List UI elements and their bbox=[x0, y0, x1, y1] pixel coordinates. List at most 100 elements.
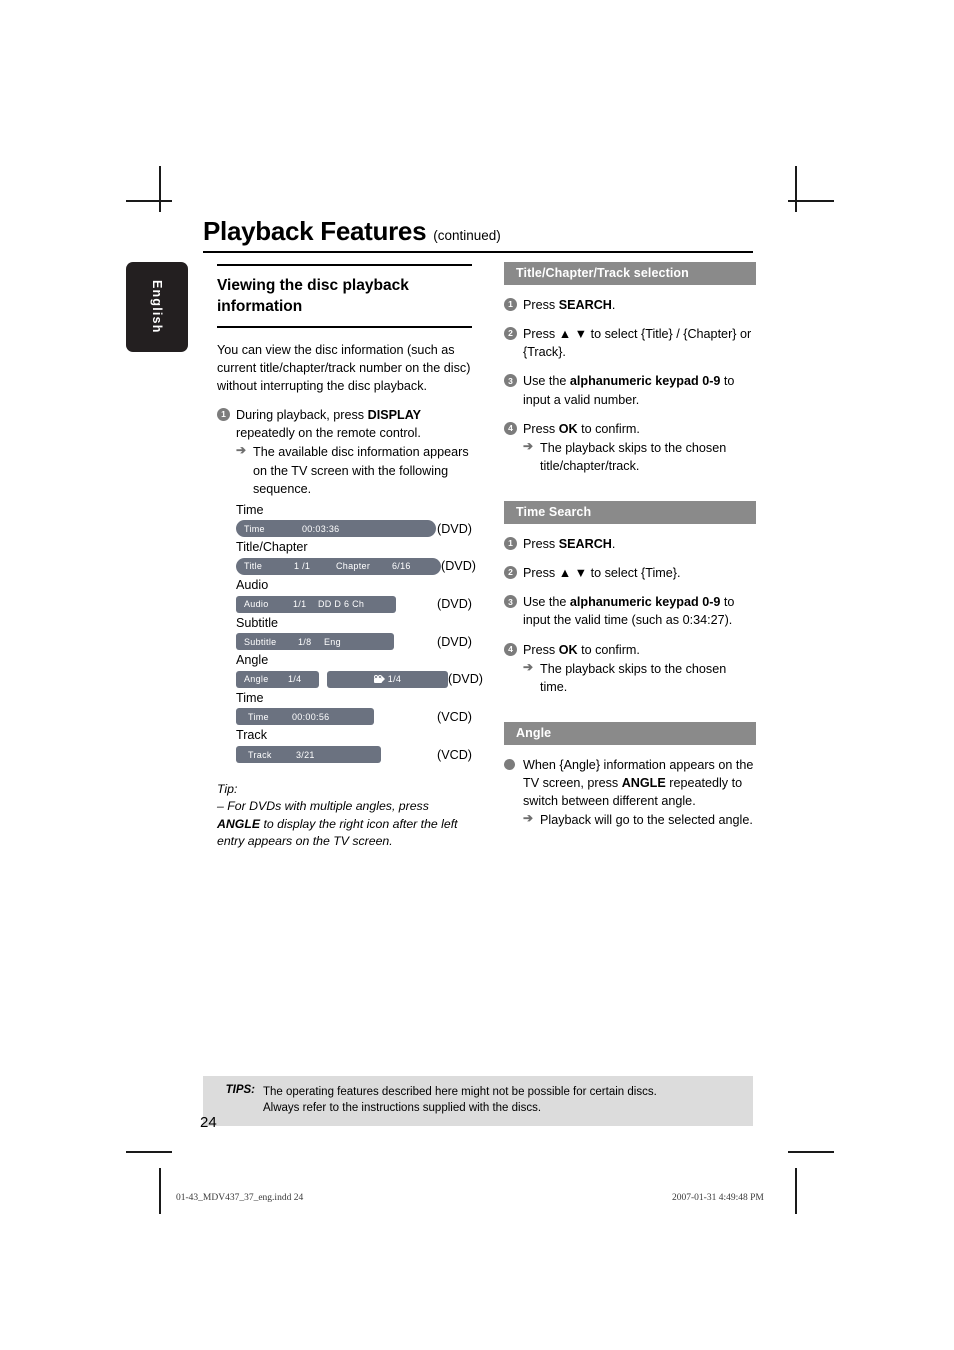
osd-row: Title 1 /1 Chapter 6/16 (DVD) bbox=[236, 557, 476, 575]
osd-status-bar: Time 00:03:36 bbox=[236, 520, 436, 538]
osd-label: Track bbox=[236, 728, 268, 743]
osd-row: Subtitle 1/8 Eng (DVD) bbox=[236, 633, 472, 651]
osd-disc-type: (VCD) bbox=[437, 709, 472, 724]
osd-field: Audio bbox=[244, 599, 269, 610]
right-section: Angle When {Angle} information appears on… bbox=[504, 721, 756, 830]
step-text: Press ▲ ▼ to select {Title} / {Chapter} … bbox=[523, 327, 752, 360]
osd-label: Audio bbox=[236, 577, 269, 592]
section-heading: Viewing the disc playback information bbox=[217, 277, 409, 316]
tips-footer-box: TIPS: The operating features described h… bbox=[203, 1076, 753, 1126]
printer-footer-left: 01-43_MDV437_37_eng.indd 24 bbox=[176, 1193, 304, 1203]
osd-field: Track bbox=[248, 749, 272, 760]
step-number-badge: 2 bbox=[504, 566, 517, 580]
step-bold-term: OK bbox=[558, 421, 578, 436]
step-number-badge: 4 bbox=[504, 642, 517, 656]
osd-status-bar: Title 1 /1 Chapter 6/16 bbox=[236, 557, 441, 575]
page-title-continued: (continued) bbox=[433, 228, 501, 243]
step-item: 4 Press OK to confirm. ➔ The playback skips… bbox=[504, 420, 756, 475]
arrow-icon: ➔ bbox=[523, 438, 534, 453]
osd-disc-type: (DVD) bbox=[437, 597, 472, 612]
step-item: 1 Press SEARCH. bbox=[504, 535, 756, 553]
tip-text: – For DVDs with multiple angles, press A… bbox=[217, 798, 472, 850]
step-bold-term: SEARCH bbox=[558, 298, 612, 312]
osd-field: 1/1 bbox=[293, 599, 307, 610]
step-sub-text: The playback skips to the chosen title/c… bbox=[540, 440, 727, 473]
crop-mark-top-right-v bbox=[795, 166, 797, 212]
right-section: Title/Chapter/Track selection 1 Press SEAR… bbox=[504, 262, 756, 475]
osd-status-bar: Subtitle 1/8 Eng bbox=[236, 633, 394, 651]
osd-row: Angle 1/4 1/4 (DVD) bbox=[236, 670, 483, 688]
step-item: 4 Press OK to confirm. ➔ The playback skips… bbox=[504, 641, 756, 696]
step-sub-text: The playback skips to the chosen time. bbox=[540, 661, 727, 694]
osd-field: 1/4 bbox=[288, 674, 302, 685]
tips-text: The operating features described here mi… bbox=[263, 1084, 657, 1117]
osd-status-bar: Angle 1/4 bbox=[236, 670, 319, 688]
crop-mark-top-left-h bbox=[126, 200, 172, 202]
osd-bar-group: Audio 1/1 DD D 6 Ch bbox=[236, 595, 396, 613]
osd-label: Subtitle bbox=[236, 615, 279, 630]
step-text: Press OK to confirm. bbox=[523, 642, 640, 657]
osd-field: Angle bbox=[244, 674, 269, 685]
step-text: Press OK to confirm. bbox=[523, 421, 640, 436]
step-item: 2 Press ▲ ▼ to select {Time}. bbox=[504, 564, 756, 582]
osd-bar-group: Time 00:00:56 bbox=[236, 708, 374, 726]
right-section: Time Search 1 Press SEARCH. 2 Press ▲ ▼ to s… bbox=[504, 501, 756, 696]
step-bold-term: DISPLAY bbox=[367, 408, 422, 423]
step-text: Press ▲ ▼ to select {Time}. bbox=[523, 566, 681, 581]
tips-line-1: The operating features described here mi… bbox=[263, 1086, 657, 1098]
osd-row: Audio 1/1 DD D 6 Ch (DVD) bbox=[236, 595, 472, 613]
osd-disc-type: (DVD) bbox=[441, 559, 476, 574]
step-item: When {Angle} information appears on the … bbox=[504, 756, 756, 830]
step-number-badge: 1 bbox=[504, 298, 517, 311]
step-number-badge: 2 bbox=[504, 327, 517, 341]
osd-field: 6/16 bbox=[392, 561, 411, 572]
osd-angle-icon-bar: 1/4 bbox=[327, 670, 448, 688]
heading-rule-bottom bbox=[217, 325, 472, 327]
osd-field: 1 /1 bbox=[294, 561, 311, 572]
osd-bar-group: Subtitle 1/8 Eng bbox=[236, 633, 394, 651]
crop-mark-top-left-v bbox=[159, 166, 161, 212]
osd-angle-value: 1/4 bbox=[387, 674, 402, 685]
step-text: When {Angle} information appears on the … bbox=[523, 757, 754, 809]
tip-text-start: – For DVDs with multiple angles, press bbox=[217, 799, 429, 814]
osd-field: Time bbox=[244, 523, 265, 534]
section-title-bar: Title/Chapter/Track selection bbox=[504, 262, 756, 285]
osd-disc-type: (DVD) bbox=[437, 521, 472, 536]
arrow-icon: ➔ bbox=[523, 811, 534, 826]
intro-paragraph: You can view the disc information (such … bbox=[217, 342, 471, 393]
osd-field: 00:03:36 bbox=[302, 523, 340, 534]
section-title-bar: Time Search bbox=[504, 501, 756, 524]
header-rule bbox=[203, 251, 753, 253]
osd-field: Chapter bbox=[336, 561, 371, 572]
step-text: Press SEARCH. bbox=[523, 298, 616, 312]
step-item: 1 During playback, press DISPLAY repeated… bbox=[217, 406, 472, 498]
bullet-dot-icon bbox=[504, 758, 515, 770]
step-text: Use the alphanumeric keypad 0-9 to input… bbox=[523, 595, 735, 628]
osd-bar-group: Track 3/21 bbox=[236, 746, 381, 764]
osd-label: Title/Chapter bbox=[236, 540, 308, 555]
printer-footer-right: 2007-01-31 4:49:48 PM bbox=[672, 1193, 764, 1203]
left-steps-list: 1 During playback, press DISPLAY repeated… bbox=[217, 406, 472, 498]
tips-label: TIPS: bbox=[225, 1084, 255, 1096]
osd-bar-group: Angle 1/4 1/4 bbox=[236, 670, 448, 688]
osd-field: Time bbox=[248, 711, 269, 722]
crop-mark-top-right-h bbox=[788, 200, 834, 202]
osd-row: Time 00:00:56 (VCD) bbox=[236, 708, 472, 726]
osd-field: 1/8 bbox=[298, 636, 312, 647]
osd-bar-group: Time 00:03:36 bbox=[236, 520, 436, 538]
osd-field: Subtitle bbox=[244, 636, 277, 647]
osd-label: Time bbox=[236, 690, 264, 705]
osd-sequence-list: Time Time 00:03:36 (DVD) Title/Chapter Title 1… bbox=[236, 502, 483, 764]
crop-mark-bottom-left-v bbox=[159, 1168, 161, 1214]
camcorder-icon bbox=[373, 675, 385, 684]
step-item: 2 Press ▲ ▼ to select {Title} / {Chapter}… bbox=[504, 325, 756, 361]
crop-mark-bottom-right-h bbox=[788, 1151, 834, 1153]
heading-rule-top bbox=[217, 264, 472, 266]
step-text: Use the alphanumeric keypad 0-9 to input… bbox=[523, 374, 735, 407]
step-sub-note: ➔ The playback skips to the chosen time. bbox=[523, 660, 756, 696]
left-column: Viewing the disc playback information Yo… bbox=[217, 262, 483, 851]
step-sub-note: ➔ The playback skips to the chosen title/… bbox=[523, 439, 756, 475]
step-sub-text: Playback will go to the selected angle. bbox=[540, 813, 753, 828]
step-bold-term: alphanumeric keypad 0-9 bbox=[569, 374, 721, 389]
step-sub-note: ➔ The available disc information appears … bbox=[236, 443, 472, 497]
